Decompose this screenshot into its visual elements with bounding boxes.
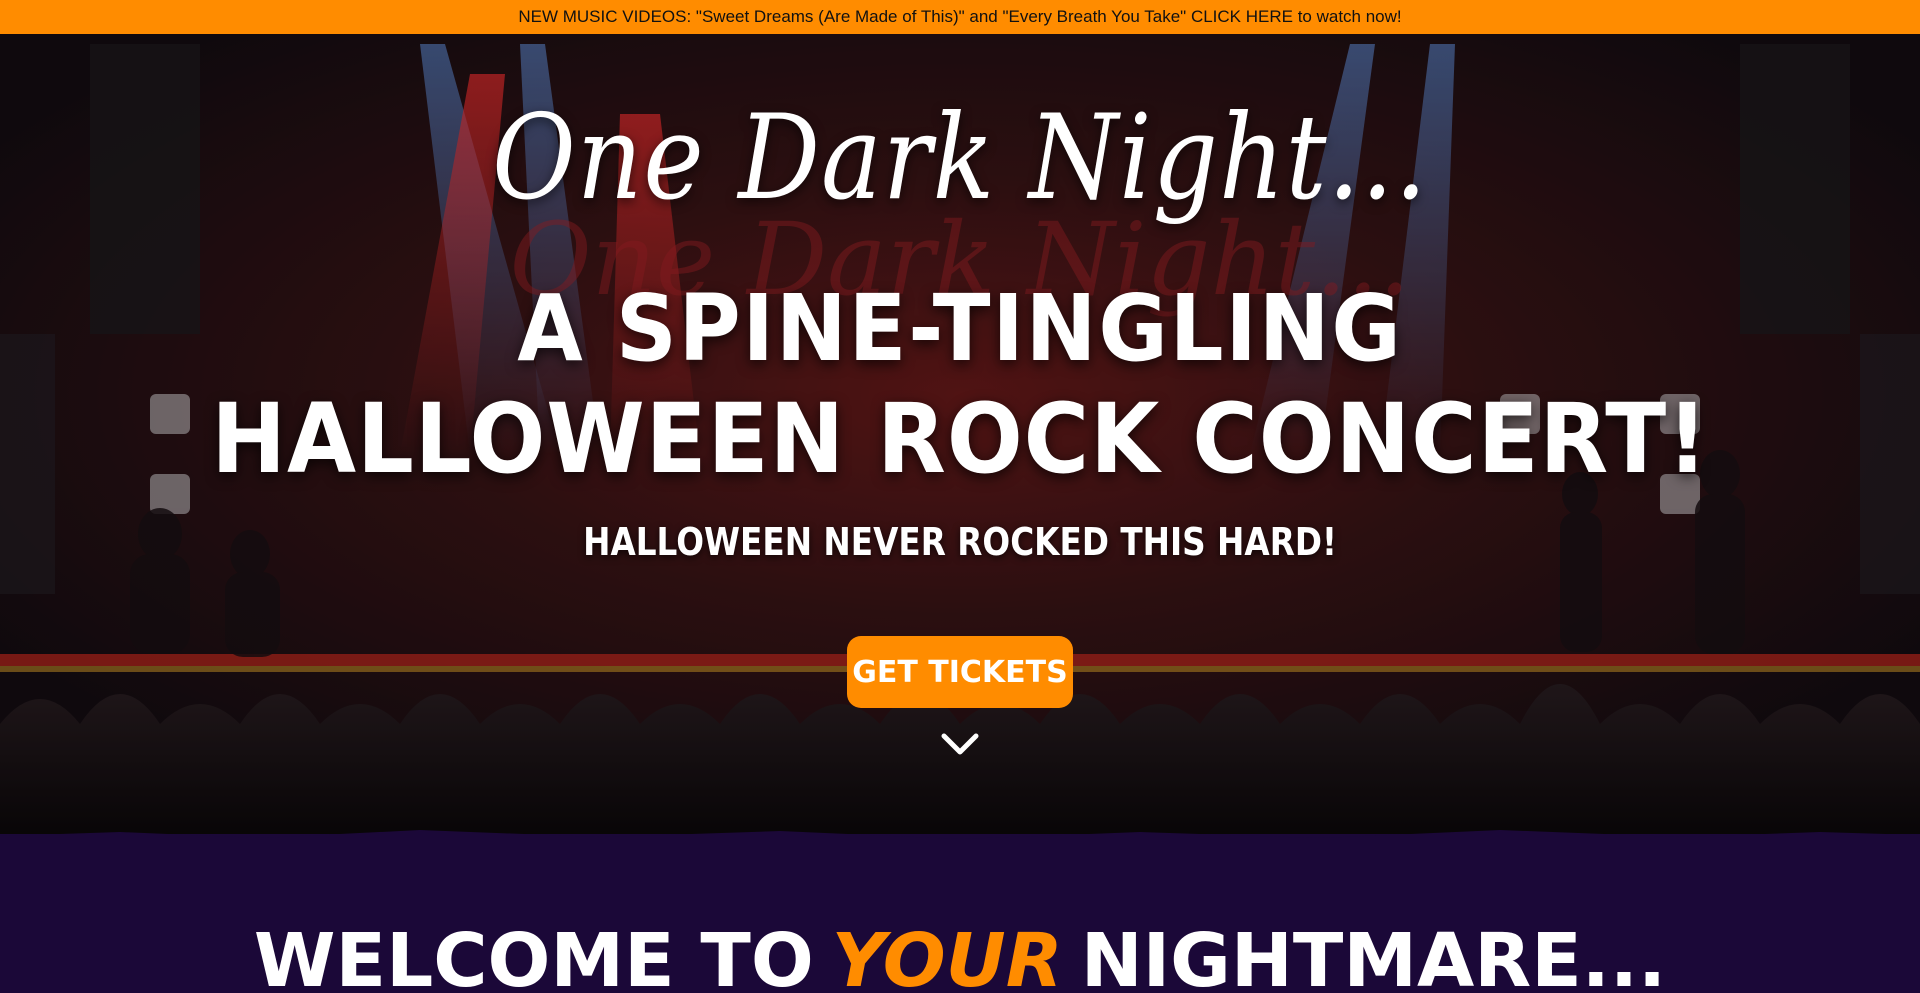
welcome-prefix: Welcome to <box>253 918 814 993</box>
welcome-suffix: Nightmare... <box>1080 918 1667 993</box>
announcement-text[interactable]: NEW MUSIC VIDEOS: "Sweet Dreams (Are Mad… <box>518 7 1401 27</box>
headline-line-1: A Spine-Tingling <box>517 275 1403 382</box>
hero-section: One Dark Night... One Dark Night... A SP… <box>0 34 1920 834</box>
get-tickets-button[interactable]: Get Tickets <box>847 636 1073 708</box>
hero-tagline: Halloween Never Rocked This Hard! <box>583 520 1337 564</box>
announcement-bar[interactable]: NEW MUSIC VIDEOS: "Sweet Dreams (Are Mad… <box>0 0 1920 34</box>
chevron-down-icon[interactable] <box>940 730 980 758</box>
welcome-accent: Your <box>831 918 1063 993</box>
event-logo: One Dark Night... <box>492 90 1428 227</box>
torn-edge-divider <box>0 830 1920 856</box>
headline-line-2: Halloween Rock Concert! <box>211 383 1709 495</box>
hero-headline: A Spine-Tingling Halloween Rock Concert! <box>0 274 1920 494</box>
welcome-heading: Welcome to Your Nightmare... <box>0 918 1920 993</box>
